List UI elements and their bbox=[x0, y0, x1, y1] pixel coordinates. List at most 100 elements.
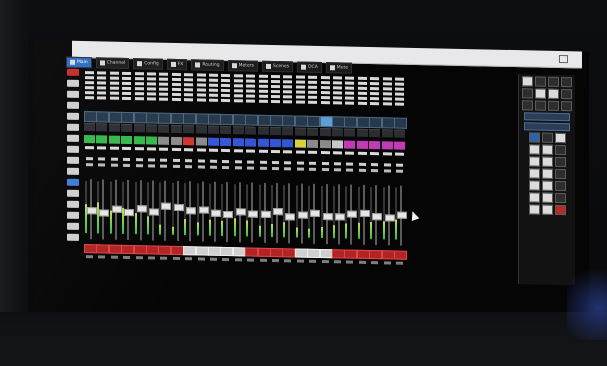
left-strip-button[interactable] bbox=[67, 145, 79, 153]
solo-button[interactable] bbox=[160, 164, 168, 168]
channel-color-label[interactable] bbox=[232, 138, 244, 153]
eq-button[interactable] bbox=[184, 73, 194, 77]
solo-button[interactable] bbox=[247, 166, 255, 170]
left-strip-button[interactable] bbox=[67, 79, 79, 87]
insert-slot[interactable] bbox=[394, 117, 407, 129]
solo-button[interactable] bbox=[309, 167, 317, 171]
solo-button[interactable] bbox=[123, 163, 131, 168]
routing-bar[interactable] bbox=[381, 129, 393, 138]
eq-button[interactable] bbox=[258, 99, 268, 103]
insert-slot[interactable] bbox=[84, 111, 97, 123]
channel-color-label[interactable] bbox=[319, 139, 331, 155]
insert-slot[interactable] bbox=[257, 114, 271, 126]
gain-knob[interactable] bbox=[396, 163, 403, 167]
panel-button[interactable] bbox=[554, 156, 566, 168]
mute-button[interactable] bbox=[282, 248, 296, 258]
eq-button[interactable] bbox=[221, 98, 231, 103]
channel-color-label[interactable] bbox=[108, 135, 120, 150]
eq-button[interactable] bbox=[308, 75, 318, 79]
left-strip-button[interactable] bbox=[67, 178, 79, 186]
routing-bar[interactable] bbox=[245, 126, 257, 135]
mute-button[interactable] bbox=[195, 246, 209, 256]
panel-button[interactable] bbox=[528, 180, 540, 191]
channel-color-label[interactable] bbox=[220, 137, 232, 153]
mute-button[interactable] bbox=[356, 249, 370, 260]
insert-slot[interactable] bbox=[245, 114, 259, 126]
eq-button[interactable] bbox=[184, 98, 194, 102]
solo-button[interactable] bbox=[296, 167, 304, 171]
eq-button[interactable] bbox=[85, 81, 94, 85]
channel-color-label[interactable] bbox=[96, 135, 108, 150]
gain-knob[interactable] bbox=[98, 157, 106, 161]
left-strip-button[interactable] bbox=[67, 156, 79, 164]
eq-button[interactable] bbox=[171, 77, 181, 82]
gain-knob[interactable] bbox=[172, 158, 180, 163]
eq-button[interactable] bbox=[209, 73, 218, 77]
solo-button[interactable] bbox=[86, 163, 93, 167]
eq-button[interactable] bbox=[258, 79, 268, 83]
channel-color-label[interactable] bbox=[270, 138, 281, 154]
eq-button[interactable] bbox=[233, 94, 243, 98]
left-strip-button[interactable] bbox=[67, 134, 79, 142]
mute-button[interactable] bbox=[344, 249, 358, 259]
eq-button[interactable] bbox=[258, 84, 268, 88]
eq-button[interactable] bbox=[258, 74, 268, 78]
gain-knob[interactable] bbox=[321, 162, 329, 166]
eq-button[interactable] bbox=[85, 86, 94, 90]
eq-button[interactable] bbox=[320, 101, 330, 105]
eq-button[interactable] bbox=[159, 72, 169, 76]
eq-button[interactable] bbox=[97, 86, 107, 90]
eq-button[interactable] bbox=[283, 95, 293, 99]
mute-button[interactable] bbox=[84, 244, 97, 254]
tab-4[interactable]: Routing bbox=[191, 59, 224, 71]
gain-knob[interactable] bbox=[185, 159, 193, 163]
eq-button[interactable] bbox=[134, 87, 144, 91]
mute-button[interactable] bbox=[257, 247, 271, 257]
mute-button[interactable] bbox=[121, 244, 135, 255]
left-strip-button[interactable] bbox=[67, 211, 79, 219]
gain-knob[interactable] bbox=[284, 161, 292, 165]
channel-color-label[interactable] bbox=[356, 140, 368, 155]
eq-button[interactable] bbox=[382, 102, 392, 106]
eq-button[interactable] bbox=[122, 91, 132, 96]
gain-knob[interactable] bbox=[371, 163, 379, 167]
panel-button[interactable] bbox=[554, 168, 566, 180]
panel-button[interactable] bbox=[522, 100, 533, 111]
mute-button[interactable] bbox=[307, 248, 321, 258]
eq-button[interactable] bbox=[283, 90, 293, 94]
eq-button[interactable] bbox=[85, 91, 94, 95]
panel-button[interactable] bbox=[554, 192, 566, 204]
eq-button[interactable] bbox=[271, 84, 280, 89]
panel-button[interactable] bbox=[528, 192, 540, 203]
tab-5[interactable]: Meters bbox=[227, 60, 259, 72]
eq-button[interactable] bbox=[271, 79, 280, 84]
eq-button[interactable] bbox=[159, 77, 169, 81]
eq-button[interactable] bbox=[85, 76, 94, 80]
eq-button[interactable] bbox=[246, 94, 256, 98]
eq-button[interactable] bbox=[345, 76, 355, 80]
eq-button[interactable] bbox=[97, 76, 107, 80]
eq-button[interactable] bbox=[221, 73, 231, 78]
channel-color-label[interactable] bbox=[245, 138, 257, 153]
routing-bar[interactable] bbox=[146, 124, 157, 133]
insert-slot[interactable] bbox=[381, 117, 395, 129]
channel-color-label[interactable] bbox=[195, 137, 207, 152]
eq-button[interactable] bbox=[382, 92, 392, 96]
eq-button[interactable] bbox=[209, 93, 218, 97]
insert-slot[interactable] bbox=[220, 113, 234, 126]
eq-button[interactable] bbox=[295, 90, 305, 94]
panel-button[interactable] bbox=[541, 192, 553, 203]
eq-button[interactable] bbox=[147, 92, 156, 96]
gain-knob[interactable] bbox=[383, 163, 391, 167]
eq-button[interactable] bbox=[209, 83, 218, 87]
eq-button[interactable] bbox=[271, 94, 280, 99]
eq-button[interactable] bbox=[357, 81, 367, 85]
eq-button[interactable] bbox=[370, 92, 380, 96]
panel-button[interactable] bbox=[522, 88, 533, 99]
mute-button[interactable] bbox=[133, 245, 147, 255]
eq-button[interactable] bbox=[233, 99, 243, 103]
eq-button[interactable] bbox=[171, 82, 181, 87]
channel-name-field[interactable] bbox=[258, 149, 268, 153]
eq-button[interactable] bbox=[395, 82, 404, 86]
eq-button[interactable] bbox=[221, 78, 231, 83]
